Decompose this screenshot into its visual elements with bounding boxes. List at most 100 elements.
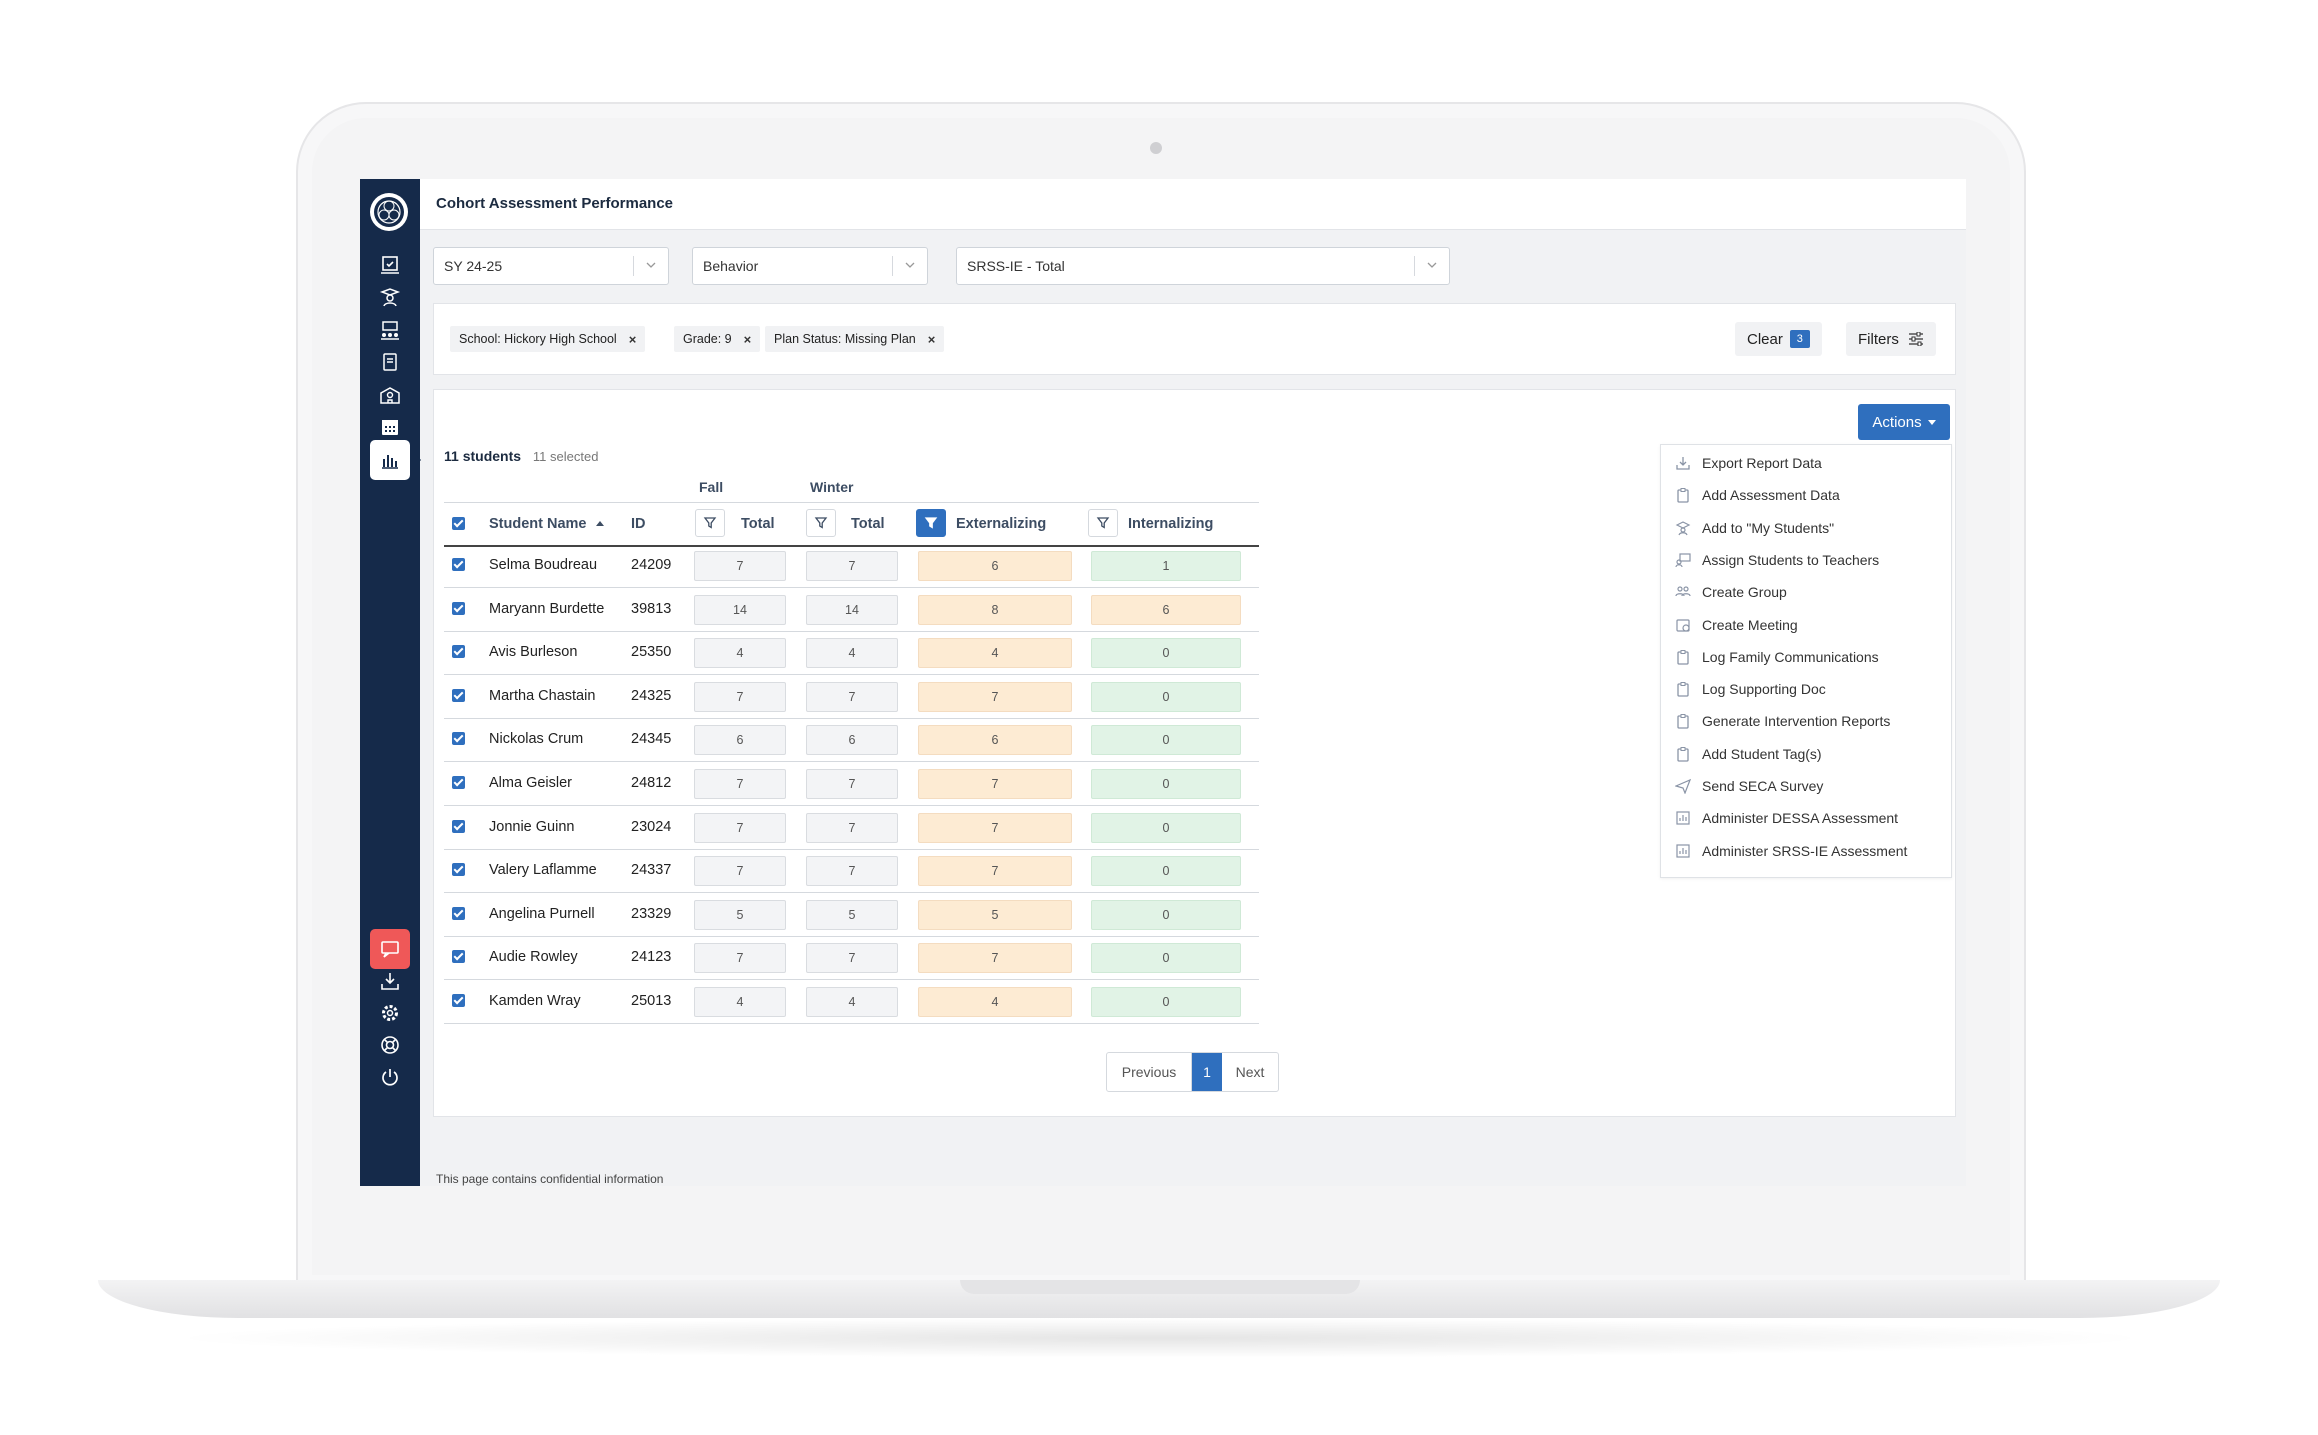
actions-menu-item[interactable]: Generate Intervention Reports: [1675, 709, 1890, 733]
close-icon[interactable]: ×: [928, 332, 936, 347]
actions-menu-item[interactable]: Add to "My Students": [1675, 516, 1834, 540]
table-row[interactable]: Valery Laflamme 24337 7 7 7 0: [444, 849, 1259, 893]
row-checkbox[interactable]: [452, 602, 465, 615]
actions-button[interactable]: Actions: [1858, 404, 1950, 440]
select-separator: [1414, 256, 1415, 276]
filter-internalizing-button[interactable]: [1088, 509, 1118, 537]
internalizing-cell: 0: [1091, 725, 1241, 755]
row-checkbox[interactable]: [452, 820, 465, 833]
filter-fall-total-button[interactable]: [695, 509, 725, 537]
filter-chip-school[interactable]: School: Hickory High School ×: [450, 326, 646, 352]
previous-page-button[interactable]: Previous: [1107, 1053, 1192, 1091]
table-row[interactable]: Maryann Burdette 39813 14 14 8 6: [444, 588, 1259, 632]
row-checkbox[interactable]: [452, 907, 465, 920]
sidebar-item-reports[interactable]: [370, 440, 421, 480]
student-id: 24209: [631, 557, 672, 573]
row-checkbox[interactable]: [452, 863, 465, 876]
actions-menu-item[interactable]: Create Group: [1675, 580, 1787, 604]
student-name[interactable]: Nickolas Crum: [489, 731, 583, 747]
row-checkbox[interactable]: [452, 732, 465, 745]
page-1-button[interactable]: 1: [1192, 1053, 1222, 1091]
actions-menu-item[interactable]: Assign Students to Teachers: [1675, 548, 1879, 572]
actions-menu-item[interactable]: Add Assessment Data: [1675, 483, 1840, 507]
student-name[interactable]: Audie Rowley: [489, 949, 578, 965]
select-all-checkbox[interactable]: [452, 517, 465, 530]
row-checkbox[interactable]: [452, 689, 465, 702]
sidebar-item-logout[interactable]: [370, 1057, 410, 1097]
close-icon[interactable]: ×: [744, 332, 752, 347]
student-name[interactable]: Avis Burleson: [489, 644, 577, 660]
student-count: 11 students: [444, 448, 522, 464]
student-id: 24123: [631, 949, 672, 965]
graduate-icon: [1675, 521, 1691, 536]
category-select[interactable]: Behavior: [692, 247, 928, 285]
student-name[interactable]: Maryann Burdette: [489, 601, 604, 617]
clear-filters-button[interactable]: Clear 3: [1735, 322, 1822, 356]
column-header-name[interactable]: Student Name: [489, 516, 605, 532]
student-name[interactable]: Jonnie Guinn: [489, 819, 574, 835]
assessment-select[interactable]: SRSS-IE - Total: [956, 247, 1450, 285]
row-checkbox[interactable]: [452, 558, 465, 571]
column-header-id[interactable]: ID: [631, 516, 646, 532]
table-row[interactable]: Audie Rowley 24123 7 7 7 0: [444, 936, 1259, 980]
row-checkbox[interactable]: [452, 994, 465, 1007]
menu-item-label: Send SECA Survey: [1702, 778, 1824, 794]
table-row[interactable]: Selma Boudreau 24209 7 7 6 1: [444, 544, 1259, 588]
table-row[interactable]: Avis Burleson 25350 4 4 4 0: [444, 631, 1259, 675]
table-row[interactable]: Angelina Purnell 23329 5 5 5 0: [444, 893, 1259, 937]
filter-winter-total-button[interactable]: [806, 509, 836, 537]
fall-total-cell: 7: [694, 856, 786, 886]
student-name[interactable]: Kamden Wray: [489, 993, 581, 1009]
student-name[interactable]: Alma Geisler: [489, 775, 572, 791]
internalizing-cell: 0: [1091, 856, 1241, 886]
student-name[interactable]: Angelina Purnell: [489, 906, 595, 922]
results-panel: 11 students 11 selected Fall Winter Stud…: [433, 389, 1956, 1117]
meeting-icon: [1676, 619, 1690, 632]
filter-chip-grade[interactable]: Grade: 9 ×: [674, 326, 761, 352]
column-header-internalizing[interactable]: Internalizing: [1128, 516, 1213, 532]
year-select-value: SY 24-25: [444, 258, 503, 274]
filter-chip-label: Grade: 9: [683, 332, 732, 346]
externalizing-cell: 7: [918, 813, 1072, 843]
app-logo[interactable]: [370, 193, 408, 231]
column-header-winter-total[interactable]: Total: [851, 516, 885, 532]
fall-total-cell: 7: [694, 769, 786, 799]
year-select[interactable]: SY 24-25: [433, 247, 669, 285]
internalizing-cell: 1: [1091, 551, 1241, 581]
select-separator: [892, 256, 893, 276]
next-page-button[interactable]: Next: [1222, 1053, 1278, 1091]
actions-menu-item[interactable]: Administer DESSA Assessment: [1675, 806, 1898, 830]
student-name[interactable]: Valery Laflamme: [489, 862, 597, 878]
table-row[interactable]: Jonnie Guinn 23024 7 7 7 0: [444, 806, 1259, 850]
table-row[interactable]: Alma Geisler 24812 7 7 7 0: [444, 762, 1259, 806]
externalizing-cell: 8: [918, 595, 1072, 625]
row-checkbox[interactable]: [452, 950, 465, 963]
filter-chip-label: School: Hickory High School: [459, 332, 617, 346]
actions-menu-item[interactable]: Send SECA Survey: [1675, 774, 1823, 798]
actions-menu-item[interactable]: Export Report Data: [1675, 451, 1822, 475]
column-header-fall-total[interactable]: Total: [741, 516, 775, 532]
table-row[interactable]: Nickolas Crum 24345 6 6 6 0: [444, 718, 1259, 762]
student-id: 23329: [631, 906, 672, 922]
actions-menu-item[interactable]: Log Supporting Doc: [1675, 677, 1826, 701]
help-icon: [381, 1036, 399, 1054]
close-icon[interactable]: ×: [629, 332, 637, 347]
student-name[interactable]: Martha Chastain: [489, 688, 595, 704]
filter-chip-plan-status[interactable]: Plan Status: Missing Plan ×: [765, 326, 945, 352]
assessment-select-value: SRSS-IE - Total: [967, 258, 1065, 274]
actions-menu-item[interactable]: Create Meeting: [1675, 613, 1798, 637]
filter-externalizing-button[interactable]: [916, 509, 946, 537]
column-header-externalizing[interactable]: Externalizing: [956, 516, 1046, 532]
winter-total-cell: 4: [806, 987, 898, 1017]
actions-menu-item[interactable]: Administer SRSS-IE Assessment: [1675, 839, 1907, 863]
row-checkbox[interactable]: [452, 776, 465, 789]
actions-menu-item[interactable]: Log Family Communications: [1675, 645, 1879, 669]
actions-menu-item[interactable]: Add Student Tag(s): [1675, 742, 1822, 766]
filters-button[interactable]: Filters: [1846, 322, 1936, 356]
table-row[interactable]: Martha Chastain 24325 7 7 7 0: [444, 675, 1259, 719]
table-row[interactable]: Kamden Wray 25013 4 4 4 0: [444, 980, 1259, 1024]
clipboard-icon: [1677, 488, 1689, 503]
row-checkbox[interactable]: [452, 645, 465, 658]
internalizing-cell: 0: [1091, 943, 1241, 973]
student-name[interactable]: Selma Boudreau: [489, 557, 597, 573]
